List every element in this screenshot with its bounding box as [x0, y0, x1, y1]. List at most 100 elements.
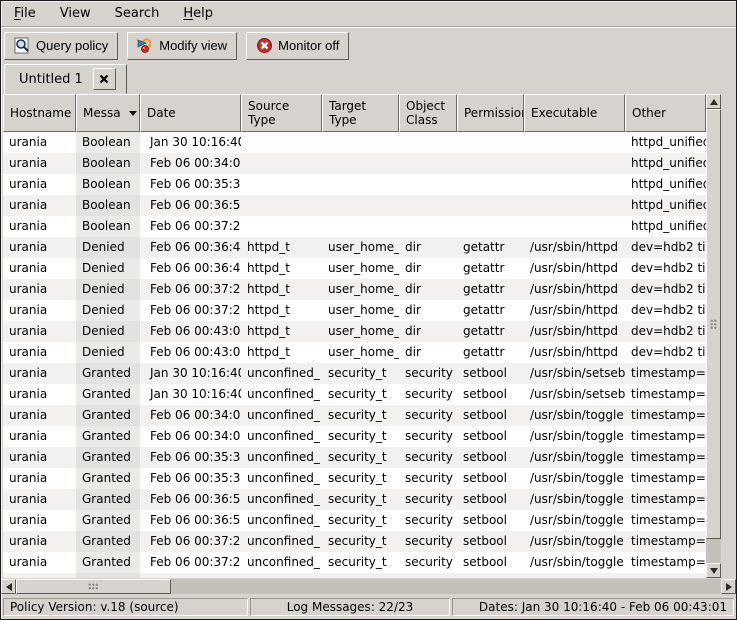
- table-row[interactable]: uraniaBooleanFeb 06 00:37:25httpd_unifie…: [3, 216, 706, 237]
- modify-view-label: Modify view: [159, 38, 227, 53]
- cell-tgt: security_t: [322, 531, 399, 552]
- cell-perm: [457, 195, 524, 216]
- cell-msg: Denied: [76, 279, 140, 300]
- table-row[interactable]: uraniaGrantedFeb 06 00:35:35unconfined_s…: [3, 447, 706, 468]
- app-window: File View Search Help Query policy: [0, 0, 737, 620]
- cell-other: timestamp=11076: [625, 552, 706, 573]
- menu-file[interactable]: File: [7, 3, 43, 24]
- table-row[interactable]: uraniaBooleanFeb 06 00:36:56httpd_unifie…: [3, 195, 706, 216]
- column-header-cls[interactable]: Object Class: [399, 94, 457, 132]
- table-row[interactable]: uraniaDeniedFeb 06 00:43:01httpd_tuser_h…: [3, 342, 706, 363]
- column-header-date[interactable]: Date: [140, 94, 241, 132]
- scroll-left-button[interactable]: [1, 579, 16, 594]
- toolbar: Query policy Modify view: [1, 27, 736, 64]
- cell-host: urania: [3, 342, 76, 363]
- cell-src: httpd_t: [241, 258, 322, 279]
- cell-date: [140, 573, 241, 578]
- menu-help[interactable]: Help: [176, 3, 220, 24]
- cell-host: urania: [3, 405, 76, 426]
- cell-perm: getattr: [457, 300, 524, 321]
- vertical-scrollbar[interactable]: [706, 94, 721, 578]
- cell-host: urania: [3, 174, 76, 195]
- scroll-down-button[interactable]: [706, 563, 721, 578]
- table-row[interactable]: uraniaGrantedFeb 06 00:37:25unconfined_s…: [3, 531, 706, 552]
- cell-tgt: user_home_: [322, 300, 399, 321]
- cell-other: timestamp=11076: [625, 489, 706, 510]
- table-row[interactable]: uraniaGrantedFeb 06 00:37:25unconfined_s…: [3, 552, 706, 573]
- scrollbar-grip-icon: [710, 319, 717, 330]
- menu-search[interactable]: Search: [108, 3, 167, 24]
- table-row[interactable]: uraniaDeniedFeb 06 00:37:27httpd_tuser_h…: [3, 279, 706, 300]
- table-row[interactable]: uraniaDeniedFeb 06 00:43:01httpd_tuser_h…: [3, 321, 706, 342]
- menu-view[interactable]: View: [53, 3, 98, 24]
- table-row[interactable]: uraniaBooleanFeb 06 00:34:01httpd_unifie…: [3, 153, 706, 174]
- column-header-perm[interactable]: Permission: [457, 94, 524, 132]
- column-header-msg[interactable]: Messa: [76, 94, 140, 132]
- column-header-exe[interactable]: Executable: [524, 94, 625, 132]
- table-row[interactable]: uraniaGrantedFeb 06 00:34:01unconfined_s…: [3, 426, 706, 447]
- cell-other: timestamp=11071: [625, 363, 706, 384]
- cell-perm: setbool: [457, 384, 524, 405]
- column-label: Hostname: [10, 106, 71, 120]
- cell-exe: [524, 132, 625, 153]
- cell-exe: [524, 573, 625, 578]
- column-header-tgt[interactable]: Target Type: [322, 94, 399, 132]
- query-policy-icon: [14, 37, 31, 54]
- cell-msg: Granted: [76, 489, 140, 510]
- table-row[interactable]: uraniaGrantedFeb 06 00:34:01unconfined_s…: [3, 405, 706, 426]
- column-header-src[interactable]: Source Type: [241, 94, 322, 132]
- table-row[interactable]: uraniaBooleanFeb 06 00:35:35httpd_unifie…: [3, 174, 706, 195]
- arrow-left-icon: [6, 583, 12, 591]
- cell-perm: setbool: [457, 363, 524, 384]
- cell-host: urania: [3, 384, 76, 405]
- cell-date: Jan 30 10:16:40: [140, 132, 241, 153]
- tab-untitled-1[interactable]: Untitled 1: [4, 64, 127, 94]
- cell-other: timestamp=11076: [625, 510, 706, 531]
- cell-date: Feb 06 00:36:56: [140, 510, 241, 531]
- table-row[interactable]: [3, 573, 706, 578]
- tab-close-button[interactable]: [93, 68, 116, 90]
- column-header-other[interactable]: Other: [625, 94, 706, 132]
- cell-exe: /usr/sbin/toggle: [524, 468, 625, 489]
- cell-date: Feb 06 00:36:44: [140, 258, 241, 279]
- arrow-down-icon: [710, 568, 718, 574]
- cell-host: urania: [3, 447, 76, 468]
- monitor-off-button[interactable]: Monitor off: [246, 32, 349, 60]
- cell-perm: [457, 573, 524, 578]
- cell-tgt: security_t: [322, 447, 399, 468]
- cell-other: httpd_unified:1, h: [625, 174, 706, 195]
- table-row[interactable]: uraniaGrantedFeb 06 00:36:56unconfined_s…: [3, 510, 706, 531]
- table-row[interactable]: uraniaGrantedFeb 06 00:36:56unconfined_s…: [3, 489, 706, 510]
- table-row[interactable]: uraniaDeniedFeb 06 00:36:44httpd_tuser_h…: [3, 237, 706, 258]
- cell-tgt: security_t: [322, 363, 399, 384]
- cell-perm: setbool: [457, 531, 524, 552]
- column-label: Permission: [464, 106, 524, 120]
- cell-exe: /usr/sbin/toggle: [524, 426, 625, 447]
- cell-exe: /usr/sbin/httpd: [524, 321, 625, 342]
- table-row[interactable]: uraniaGrantedJan 30 10:16:40unconfined_s…: [3, 384, 706, 405]
- modify-view-button[interactable]: Modify view: [127, 32, 237, 60]
- cell-other: dev=hdb2 timesta: [625, 300, 706, 321]
- scroll-right-button[interactable]: [721, 579, 736, 594]
- arrow-up-icon: [710, 99, 718, 105]
- scroll-up-button[interactable]: [706, 94, 721, 109]
- cell-perm: getattr: [457, 237, 524, 258]
- horizontal-scrollbar[interactable]: [1, 579, 736, 594]
- query-policy-button[interactable]: Query policy: [4, 32, 118, 60]
- table-row[interactable]: uraniaBooleanJan 30 10:16:40httpd_unifie…: [3, 132, 706, 153]
- cell-msg: Denied: [76, 342, 140, 363]
- table-row[interactable]: uraniaDeniedFeb 06 00:37:27httpd_tuser_h…: [3, 300, 706, 321]
- column-header-host[interactable]: Hostname: [3, 94, 76, 132]
- vertical-scrollbar-thumb[interactable]: [706, 109, 721, 539]
- cell-msg: Boolean: [76, 195, 140, 216]
- table-row[interactable]: uraniaDeniedFeb 06 00:36:44httpd_tuser_h…: [3, 258, 706, 279]
- cell-tgt: user_home_: [322, 342, 399, 363]
- log-messages-status: Log Messages: 22/23: [250, 598, 449, 616]
- horizontal-scrollbar-thumb[interactable]: [16, 579, 171, 594]
- table-row[interactable]: uraniaGrantedFeb 06 00:35:35unconfined_s…: [3, 468, 706, 489]
- table-row[interactable]: uraniaGrantedJan 30 10:16:40unconfined_s…: [3, 363, 706, 384]
- cell-msg: Granted: [76, 531, 140, 552]
- cell-msg: Denied: [76, 237, 140, 258]
- column-label: Other: [632, 106, 666, 120]
- menubar: File View Search Help: [1, 1, 736, 27]
